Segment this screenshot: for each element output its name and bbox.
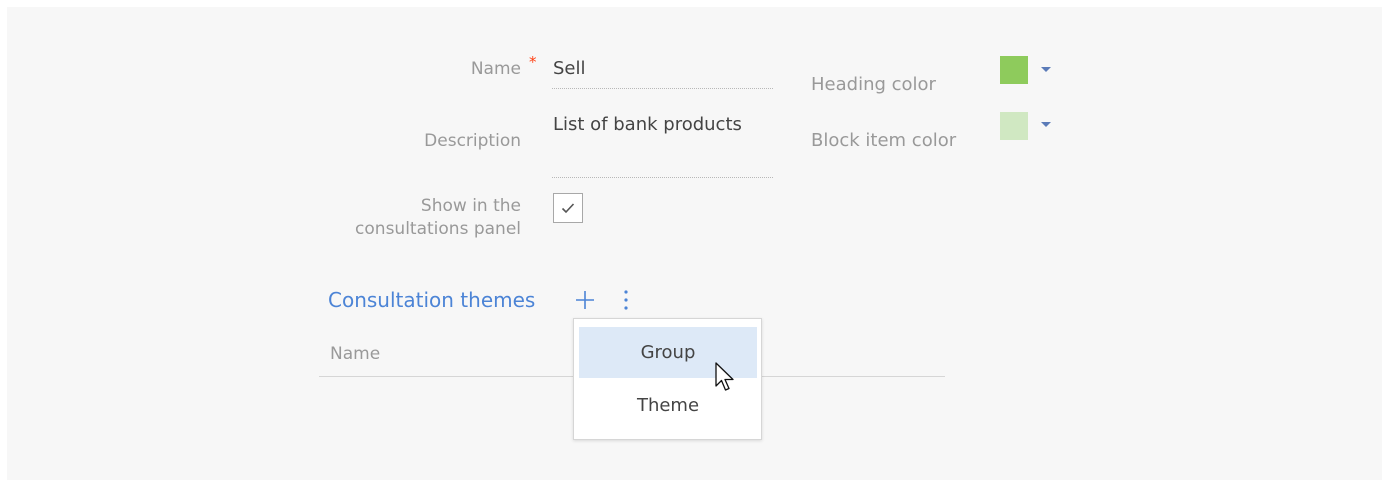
name-field[interactable]: Sell	[553, 57, 586, 81]
column-header-name[interactable]: Name	[330, 343, 380, 365]
description-field-underline	[552, 177, 773, 178]
description-field[interactable]: List of bank products	[553, 113, 742, 137]
show-in-panel-label: Show in the consultations panel	[330, 195, 521, 241]
mouse-cursor-icon	[715, 362, 734, 391]
show-in-panel-checkbox[interactable]	[553, 193, 583, 223]
block-item-color-label: Block item color	[811, 130, 957, 151]
kebab-icon[interactable]	[622, 289, 630, 311]
name-label: Name	[470, 59, 521, 79]
plus-icon[interactable]	[575, 290, 595, 310]
name-field-underline	[552, 88, 773, 89]
heading-color-label: Heading color	[811, 74, 936, 95]
block-item-color-swatch[interactable]	[1000, 112, 1028, 140]
show-in-panel-label-line2: consultations panel	[355, 219, 521, 239]
heading-color-dropdown-icon[interactable]	[1041, 67, 1051, 72]
block-item-color-dropdown-icon[interactable]	[1041, 122, 1051, 127]
required-asterisk: *	[529, 53, 537, 71]
checkmark-icon	[561, 203, 575, 214]
heading-color-swatch[interactable]	[1000, 56, 1028, 84]
description-label: Description	[424, 131, 521, 151]
consultation-themes-title: Consultation themes	[328, 288, 536, 312]
show-in-panel-label-line1: Show in the	[420, 196, 521, 216]
